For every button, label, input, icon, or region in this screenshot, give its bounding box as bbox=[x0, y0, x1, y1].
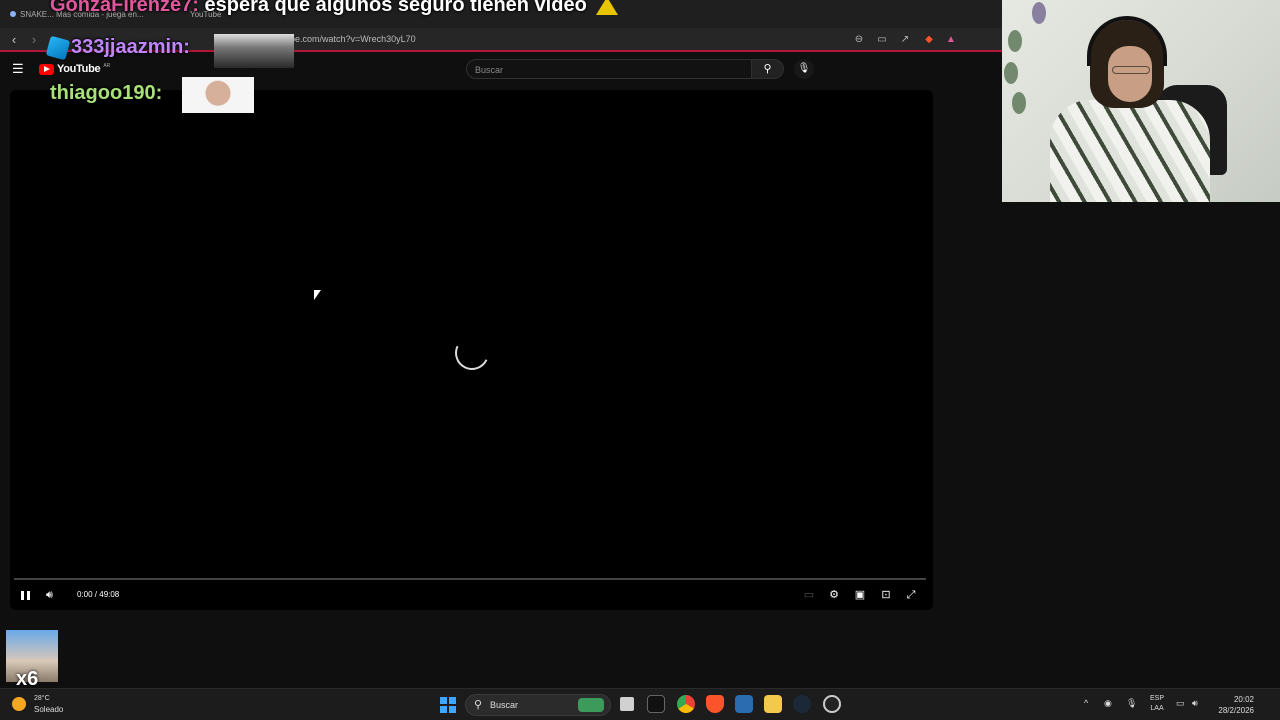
windows-taskbar: 28°C Soleado ⚲ Buscar ^ ◉ 🎙︎ ESP LAA ▭ 🔊… bbox=[0, 688, 1280, 720]
chat-message: thiagoo190: bbox=[50, 82, 162, 105]
subtitles-icon[interactable]: ▭ bbox=[801, 588, 817, 602]
volume-tray-icon[interactable]: 🔊︎ bbox=[1192, 698, 1198, 709]
weather-temperature[interactable]: 28°C bbox=[34, 695, 50, 702]
clock-time: 20:02 bbox=[1233, 695, 1254, 704]
weather-sun-icon[interactable] bbox=[12, 697, 26, 711]
chat-image bbox=[214, 34, 294, 68]
loading-spinner-icon bbox=[450, 331, 494, 375]
chat-username: 333jjaazmin: bbox=[71, 36, 190, 58]
time-display: 0:00 / 49:08 bbox=[77, 590, 120, 599]
cube-badge-icon bbox=[45, 35, 71, 60]
fullscreen-icon[interactable]: ⤢ bbox=[903, 588, 919, 602]
search-button[interactable]: ⚲ bbox=[752, 59, 784, 79]
tab-favicon-icon bbox=[10, 11, 16, 17]
search-input[interactable] bbox=[467, 61, 751, 79]
start-windows-icon[interactable] bbox=[440, 697, 456, 713]
chat-message: 333jjaazmin: bbox=[45, 35, 190, 60]
keyboard-layout: LAA bbox=[1150, 705, 1164, 712]
rewards-icon[interactable]: ▲ bbox=[944, 33, 958, 47]
language-indicator[interactable]: ESP LAA bbox=[1150, 694, 1164, 714]
back-arrow-icon[interactable]: ‹ bbox=[6, 32, 22, 48]
theater-mode-icon[interactable]: ▣ bbox=[852, 588, 868, 602]
cast-tab-icon[interactable]: ▭ bbox=[875, 33, 889, 47]
clock[interactable]: 20:02 28/2/2026 bbox=[1214, 694, 1254, 716]
hamburger-menu-icon[interactable]: ☰ bbox=[12, 62, 26, 76]
chat-username: GonzaFirenze7: bbox=[50, 0, 199, 16]
pause-button[interactable] bbox=[19, 588, 31, 602]
chat-image bbox=[182, 77, 254, 113]
language-code: ESP bbox=[1150, 695, 1165, 702]
tray-chevron-icon[interactable]: ^ bbox=[1084, 698, 1088, 708]
youtube-logo[interactable]: YouTube AR bbox=[39, 63, 110, 75]
mic-icon: 🎙︎ bbox=[797, 63, 811, 74]
network-icon[interactable]: ▭ bbox=[1176, 698, 1185, 709]
search-box bbox=[466, 59, 752, 79]
forward-arrow-icon[interactable]: › bbox=[26, 32, 42, 48]
url-field[interactable]: be.com/watch?v=Wrech30yL70 bbox=[290, 34, 416, 44]
youtube-play-icon bbox=[39, 63, 54, 75]
cast-icon[interactable]: ⊡ bbox=[878, 588, 894, 602]
youtube-logo-text: YouTube bbox=[57, 63, 101, 75]
epic-games-icon[interactable] bbox=[647, 695, 665, 713]
search-icon: ⚲ bbox=[474, 699, 483, 711]
brave-icon[interactable] bbox=[706, 695, 724, 713]
party-hat-emote-icon bbox=[592, 0, 622, 17]
obs-icon[interactable] bbox=[823, 695, 841, 713]
video-player[interactable]: 🔊︎ 0:00 / 49:08 ▭ ⚙ ▣ ⊡ ⤢ bbox=[10, 90, 933, 610]
settings-gear-icon[interactable]: ⚙ bbox=[826, 588, 842, 602]
task-view-icon[interactable] bbox=[620, 697, 634, 711]
brave-shield-icon[interactable]: ◆ bbox=[922, 33, 936, 47]
clock-date: 28/2/2026 bbox=[1218, 706, 1254, 715]
taskbar-search-label: Buscar bbox=[490, 700, 519, 710]
chat-username: thiagoo190: bbox=[50, 82, 163, 104]
zoom-icon[interactable]: ⊖ bbox=[852, 33, 866, 47]
chrome-icon[interactable] bbox=[677, 695, 695, 713]
webcam-overlay bbox=[1002, 0, 1280, 202]
chat-message: GonzaFirenze7: espera que algunos seguro… bbox=[50, 0, 622, 17]
weather-condition[interactable]: Soleado bbox=[34, 705, 63, 714]
mic-tray-icon[interactable]: 🎙︎ bbox=[1126, 698, 1137, 709]
mouse-cursor-icon bbox=[314, 290, 321, 300]
taskbar-search[interactable]: ⚲ Buscar bbox=[465, 694, 611, 716]
progress-bar[interactable] bbox=[14, 578, 926, 580]
search-icon: ⚲ bbox=[763, 63, 772, 75]
volume-icon[interactable]: 🔊︎ bbox=[46, 588, 62, 602]
mic-button[interactable]: 🎙︎ bbox=[794, 59, 814, 79]
share-icon[interactable]: ↗ bbox=[898, 33, 912, 47]
chat-text: espera que algunos seguro tienen video bbox=[198, 0, 587, 16]
file-explorer-icon[interactable] bbox=[764, 695, 782, 713]
steam-icon[interactable] bbox=[793, 695, 811, 713]
store-icon[interactable] bbox=[735, 695, 753, 713]
region-code: AR bbox=[103, 63, 111, 69]
search-highlight-icon bbox=[578, 698, 604, 712]
discord-icon[interactable]: ◉ bbox=[1104, 698, 1112, 709]
